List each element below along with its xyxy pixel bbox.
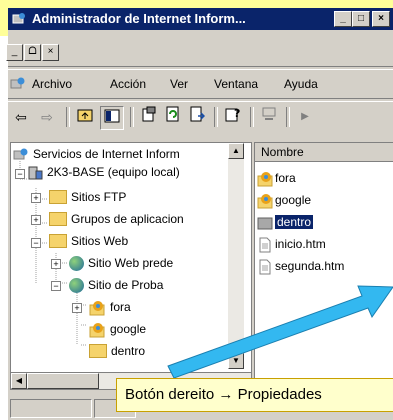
callout-box: Botón dereito → Propiedades <box>116 378 393 412</box>
annotation-arrow <box>167 285 393 379</box>
